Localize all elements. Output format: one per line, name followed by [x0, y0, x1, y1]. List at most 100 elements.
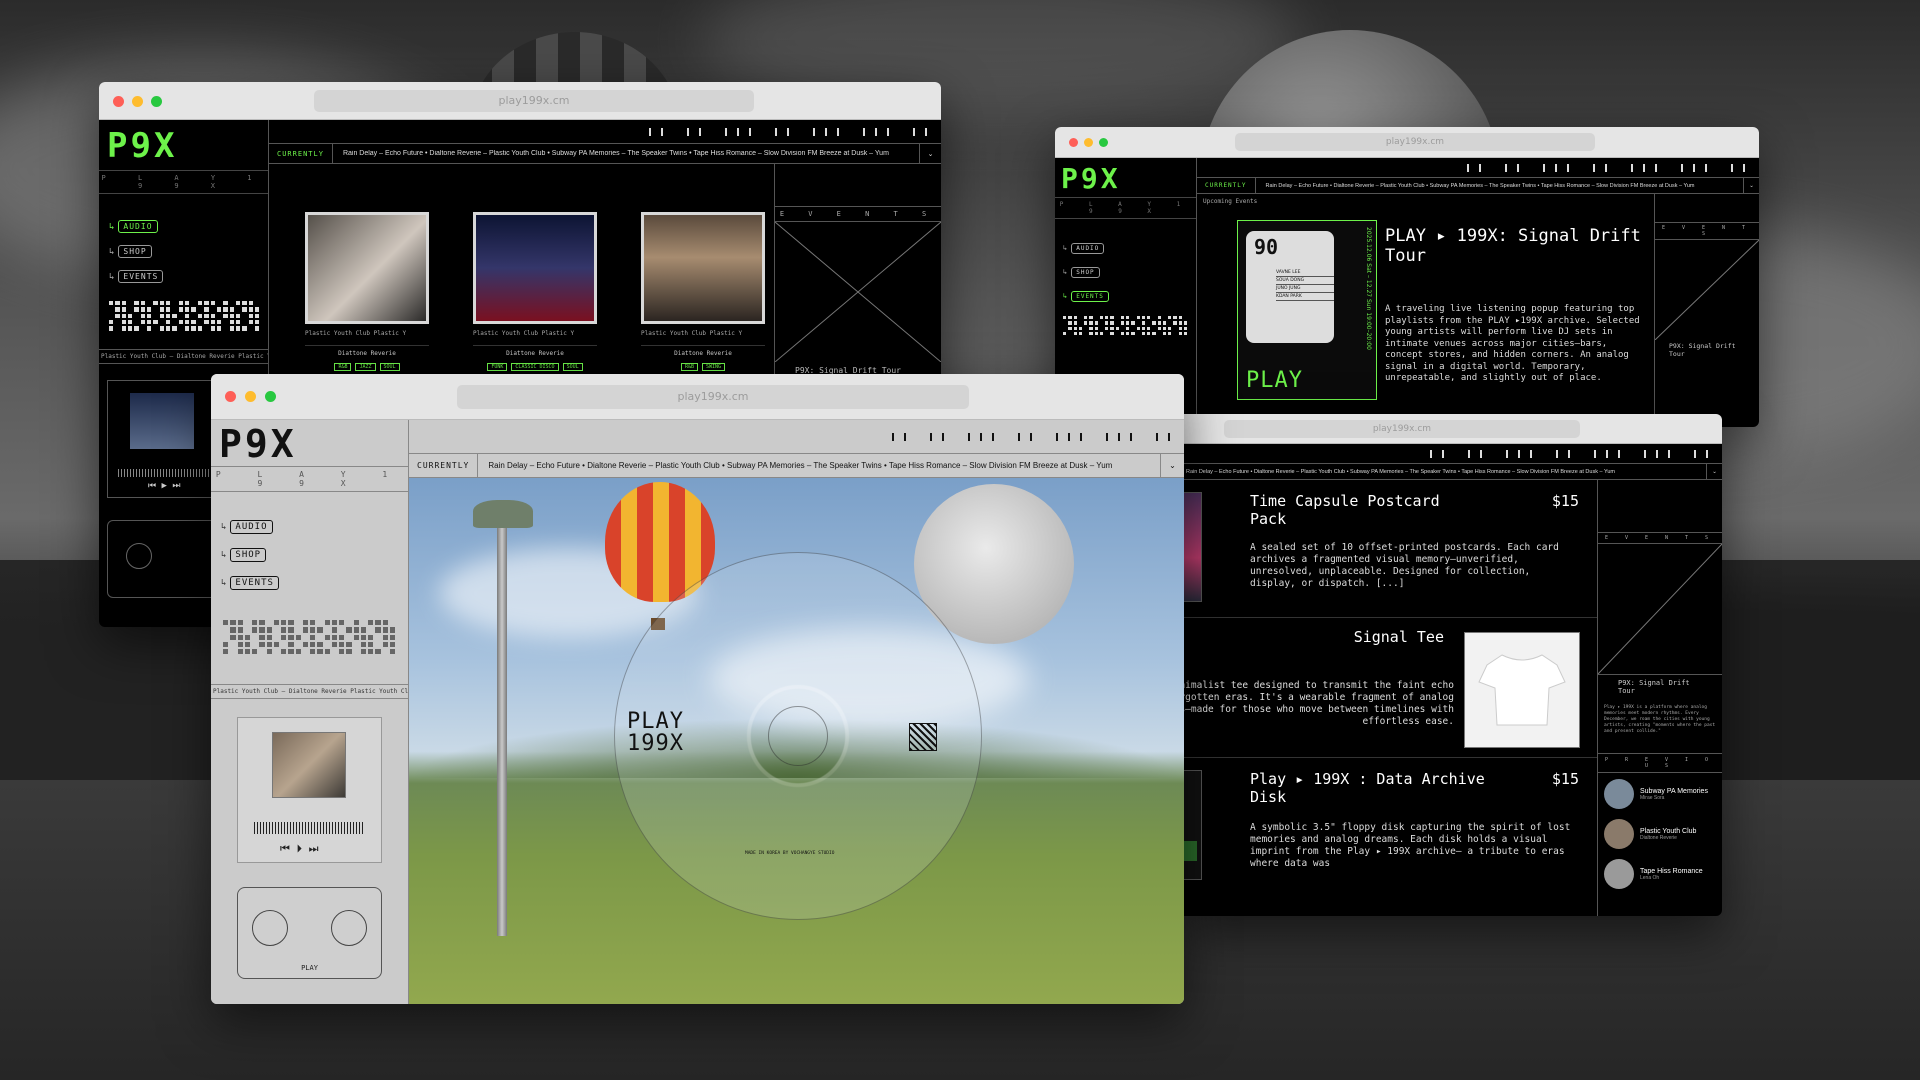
product-item[interactable]: Play ▸ 199X : Data Archive Disk $15 A sy…	[1184, 760, 1597, 900]
product-item[interactable]: Signal Tee A minimalist tee designed to …	[1184, 620, 1597, 758]
pixel-block	[172, 301, 176, 305]
nav-audio[interactable]: AUDIO	[118, 220, 158, 233]
currently-ticker[interactable]: CURRENTLY Rain Delay – Echo Future • Dia…	[1197, 178, 1759, 194]
waveform[interactable]	[254, 822, 365, 835]
currently-label: CURRENTLY	[269, 144, 333, 163]
chevron-down-icon[interactable]: ⌄	[1706, 464, 1722, 479]
previous-event-item[interactable]: Tape Hiss Romance Lena Oh	[1604, 859, 1722, 889]
pixel-block	[230, 642, 235, 647]
album-card[interactable]: Plastic Youth Club Plastic Y Diattone Re…	[305, 212, 429, 371]
pixel-block	[211, 307, 215, 311]
minimize-button[interactable]	[132, 96, 143, 107]
nav-audio[interactable]: AUDIO	[230, 520, 273, 534]
site-logo[interactable]: P9X	[211, 420, 408, 466]
pixel-block	[128, 301, 132, 305]
pixel-block	[134, 326, 139, 331]
close-button[interactable]	[1069, 138, 1078, 147]
minimize-button[interactable]	[245, 391, 256, 402]
pixel-block	[223, 641, 229, 647]
genre-tag[interactable]: R&B	[680, 363, 698, 371]
nav-events[interactable]: EVENTS	[118, 270, 164, 283]
pixel-block	[147, 326, 152, 331]
playback-controls-icon[interactable]: ⏮ ▶ ⏭	[148, 481, 180, 491]
pixel-block	[267, 620, 272, 625]
chevron-down-icon[interactable]: ⌄	[1743, 178, 1759, 193]
chevron-down-icon[interactable]: ⌄	[1160, 454, 1184, 477]
tick-mark	[892, 432, 894, 441]
pixel-block	[134, 320, 138, 324]
nav-events[interactable]: EVENTS	[230, 576, 279, 590]
playback-controls-icon[interactable]: ⏮ ⏵ ⏭	[280, 842, 319, 856]
browser-window-home[interactable]: play199x.cm P9X P L A Y 1 9 9 X ↳ AUDIO ↳…	[211, 374, 1184, 1004]
zoom-button[interactable]	[1099, 138, 1108, 147]
pixel-block	[1120, 316, 1124, 320]
address-bar[interactable]: play199x.cm	[1224, 420, 1580, 438]
nav-events[interactable]: EVENTS	[1071, 291, 1109, 302]
pixel-block	[1105, 316, 1109, 320]
ticker-text: Rain Delay – Echo Future • Dialtone Reve…	[342, 150, 889, 157]
pixel-block	[179, 314, 183, 318]
pixel-block	[140, 307, 146, 312]
pixel-block	[1078, 326, 1082, 330]
address-bar[interactable]: play199x.cm	[457, 385, 969, 409]
currently-ticker[interactable]: Rain Delay – Echo Future • Dialtone Reve…	[1184, 464, 1722, 480]
site-logo[interactable]: P9X	[99, 120, 268, 170]
product-item[interactable]: Time Capsule Postcard Pack $15 A sealed …	[1184, 480, 1597, 618]
nav-shop[interactable]: SHOP	[1071, 267, 1100, 278]
currently-ticker[interactable]: CURRENTLY Rain Delay – Echo Future • Dia…	[409, 454, 1184, 478]
address-bar[interactable]: play199x.cm	[314, 90, 754, 112]
event-poster[interactable]: 90 VAVNE LEE SOUA DONG JUNO JUNG KDAN PARK …	[1237, 220, 1377, 400]
pixel-block	[266, 649, 272, 655]
nav-audio[interactable]: AUDIO	[1071, 243, 1105, 254]
close-button[interactable]	[113, 96, 124, 107]
nav-shop[interactable]: SHOP	[230, 548, 267, 562]
pixel-block	[255, 301, 259, 305]
previous-event-item[interactable]: Plastic Youth Club Dialtone Reverie	[1604, 819, 1722, 849]
top-ticks	[269, 120, 941, 144]
zoom-button[interactable]	[265, 391, 276, 402]
pixel-block	[1121, 327, 1124, 330]
pixel-block	[339, 641, 345, 647]
previous-heading: P R E V I O U S	[1598, 753, 1722, 773]
genre-tag[interactable]: CLASSIC DISCO	[511, 363, 559, 371]
address-bar[interactable]: play199x.cm	[1235, 133, 1595, 151]
pixel-block	[115, 307, 120, 312]
pixel-block	[310, 620, 316, 626]
nav-shop[interactable]: SHOP	[118, 245, 152, 258]
album-card[interactable]: Plastic Youth Club Plastic Y Diattone Re…	[473, 212, 597, 371]
pixel-block	[1073, 321, 1077, 325]
pixel-block	[1173, 327, 1176, 330]
pixel-block	[140, 320, 146, 325]
browser-window-shop[interactable]: play199x.cm Rain Delay – Echo Future • D…	[1184, 414, 1722, 916]
album-card[interactable]: Plastic Youth Club Plastic Y Diattone Re…	[641, 212, 765, 371]
close-button[interactable]	[225, 391, 236, 402]
genre-tag[interactable]: SOUL	[379, 363, 400, 371]
pixel-block	[134, 301, 139, 306]
cd-disc[interactable]: PLAY 199X MADE IN KOREA BY VOCHANGYE STU…	[614, 552, 982, 920]
genre-tag[interactable]: R&B	[334, 363, 352, 371]
previous-event-item[interactable]: Subway PA Memories Mirae Sora	[1604, 779, 1722, 809]
arrow-icon: ↳	[221, 578, 227, 588]
currently-ticker[interactable]: CURRENTLY Rain Delay – Echo Future • Dia…	[269, 144, 941, 164]
pixel-block	[310, 627, 316, 633]
pixel-block	[1094, 321, 1098, 325]
genre-tag[interactable]: SOUL	[562, 363, 583, 371]
pixel-block	[1089, 326, 1093, 330]
pixel-block	[1162, 321, 1166, 325]
genre-tag[interactable]: JAZZ	[355, 363, 376, 371]
pixel-block	[223, 649, 229, 655]
minimize-button[interactable]	[1084, 138, 1093, 147]
pixel-block	[166, 326, 171, 331]
site-logo[interactable]: P9X	[1055, 158, 1196, 197]
pixel-block	[121, 313, 127, 319]
genre-tag[interactable]: SWING	[701, 363, 726, 371]
pixel-block	[331, 641, 337, 647]
arrow-icon: ↳	[109, 272, 115, 282]
genre-tag[interactable]: FUNK	[487, 363, 508, 371]
tick-mark	[1681, 163, 1683, 172]
previous-events: Subway PA Memories Mirae Sora Plastic Yo…	[1598, 773, 1722, 889]
pixel-block	[235, 313, 241, 319]
zoom-button[interactable]	[151, 96, 162, 107]
chevron-down-icon[interactable]: ⌄	[919, 144, 941, 163]
hero-lamp-head	[473, 500, 533, 528]
